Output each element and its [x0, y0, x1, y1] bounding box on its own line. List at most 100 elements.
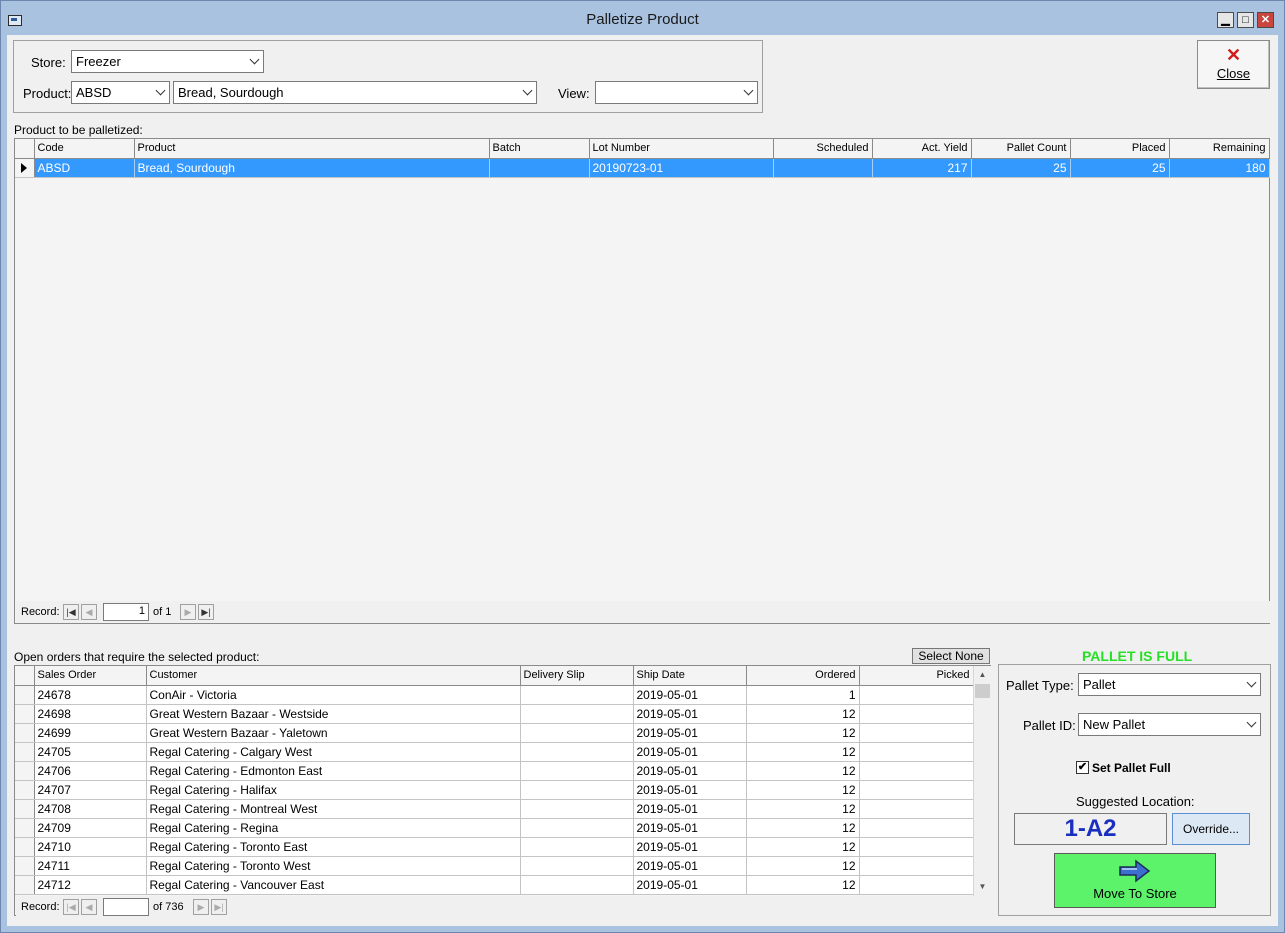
record-number-input[interactable] — [103, 898, 149, 916]
cell-ship-date[interactable]: 2019-05-01 — [633, 780, 747, 800]
cell-ordered[interactable]: 12 — [746, 723, 860, 743]
cell-ordered[interactable]: 12 — [746, 799, 860, 819]
cell-ordered[interactable]: 12 — [746, 704, 860, 724]
cell-picked[interactable] — [859, 761, 974, 781]
cell-ship-date[interactable]: 2019-05-01 — [633, 837, 747, 857]
cell-picked[interactable] — [859, 856, 974, 876]
next-record-icon[interactable]: ▶ — [193, 899, 209, 915]
pallet-type-select[interactable]: Pallet — [1078, 673, 1261, 696]
row-selector[interactable] — [15, 799, 35, 819]
row-selector[interactable] — [15, 875, 35, 895]
cell-delivery-slip[interactable] — [520, 685, 634, 705]
col-sales-order[interactable]: Sales Order — [34, 666, 147, 686]
row-selector[interactable] — [15, 742, 35, 762]
cell-ship-date[interactable]: 2019-05-01 — [633, 704, 747, 724]
cell-customer[interactable]: Regal Catering - Montreal West — [146, 799, 521, 819]
cell-ordered[interactable]: 12 — [746, 875, 860, 895]
last-record-icon[interactable]: ▶| — [211, 899, 227, 915]
cell-ordered[interactable]: 12 — [746, 761, 860, 781]
orders-scrollbar[interactable]: ▲ ▼ — [973, 666, 991, 896]
record-number-input[interactable]: 1 — [103, 603, 149, 621]
col-remaining[interactable]: Remaining — [1169, 139, 1270, 159]
cell-picked[interactable] — [859, 799, 974, 819]
row-selector[interactable] — [15, 780, 35, 800]
cell-ordered[interactable]: 1 — [746, 685, 860, 705]
cell-picked[interactable] — [859, 685, 974, 705]
row-selector[interactable] — [15, 685, 35, 705]
cell-delivery-slip[interactable] — [520, 856, 634, 876]
first-record-icon[interactable]: |◀ — [63, 604, 79, 620]
cell-ship-date[interactable]: 2019-05-01 — [633, 761, 747, 781]
cell-ship-date[interactable]: 2019-05-01 — [633, 818, 747, 838]
cell-picked[interactable] — [859, 742, 974, 762]
prev-record-icon[interactable]: ◀ — [81, 604, 97, 620]
cell-placed[interactable]: 25 — [1070, 158, 1170, 178]
cell-batch[interactable] — [489, 158, 590, 178]
cell-remaining[interactable]: 180 — [1169, 158, 1270, 178]
col-picked[interactable]: Picked — [859, 666, 974, 686]
cell-sales-order[interactable]: 24698 — [34, 704, 147, 724]
cell-customer[interactable]: Regal Catering - Edmonton East — [146, 761, 521, 781]
cell-delivery-slip[interactable] — [520, 704, 634, 724]
cell-delivery-slip[interactable] — [520, 837, 634, 857]
cell-sales-order[interactable]: 24708 — [34, 799, 147, 819]
col-lot-number[interactable]: Lot Number — [589, 139, 774, 159]
cell-delivery-slip[interactable] — [520, 723, 634, 743]
table-row[interactable]: 24699 Great Western Bazaar - Yaletown 2019… — [15, 723, 974, 743]
pallet-id-select[interactable]: New Pallet — [1078, 713, 1261, 736]
cell-code[interactable]: ABSD — [34, 158, 135, 178]
product-code-select[interactable]: ABSD — [71, 81, 170, 104]
row-selector[interactable] — [15, 818, 35, 838]
cell-delivery-slip[interactable] — [520, 875, 634, 895]
cell-act-yield[interactable]: 217 — [872, 158, 972, 178]
table-row[interactable]: 24706 Regal Catering - Edmonton East 2019-… — [15, 761, 974, 781]
cell-ship-date[interactable]: 2019-05-01 — [633, 723, 747, 743]
cell-customer[interactable]: Regal Catering - Vancouver East — [146, 875, 521, 895]
cell-customer[interactable]: Regal Catering - Calgary West — [146, 742, 521, 762]
next-record-icon[interactable]: ▶ — [180, 604, 196, 620]
col-code[interactable]: Code — [34, 139, 135, 159]
cell-ship-date[interactable]: 2019-05-01 — [633, 875, 747, 895]
cell-sales-order[interactable]: 24678 — [34, 685, 147, 705]
scroll-down-icon[interactable]: ▼ — [974, 878, 991, 895]
row-selector[interactable] — [15, 158, 35, 178]
table-row[interactable]: 24698 Great Western Bazaar - Westside 2019… — [15, 704, 974, 724]
product-name-select[interactable]: Bread, Sourdough — [173, 81, 537, 104]
cell-sales-order[interactable]: 24709 — [34, 818, 147, 838]
cell-pallet-count[interactable]: 25 — [971, 158, 1071, 178]
last-record-icon[interactable]: ▶| — [198, 604, 214, 620]
store-select[interactable]: Freezer — [71, 50, 264, 73]
prev-record-icon[interactable]: ◀ — [81, 899, 97, 915]
table-row[interactable]: 24709 Regal Catering - Regina 2019-05-01 12 — [15, 818, 974, 838]
col-ship-date[interactable]: Ship Date — [633, 666, 747, 686]
cell-sales-order[interactable]: 24705 — [34, 742, 147, 762]
cell-ordered[interactable]: 12 — [746, 837, 860, 857]
cell-customer[interactable]: ConAir - Victoria — [146, 685, 521, 705]
cell-customer[interactable]: Great Western Bazaar - Westside — [146, 704, 521, 724]
cell-picked[interactable] — [859, 704, 974, 724]
override-button[interactable]: Override... — [1172, 813, 1250, 845]
cell-ordered[interactable]: 12 — [746, 780, 860, 800]
cell-delivery-slip[interactable] — [520, 818, 634, 838]
row-selector[interactable] — [15, 704, 35, 724]
table-row[interactable]: 24712 Regal Catering - Vancouver East 2019… — [15, 875, 974, 895]
cell-customer[interactable]: Great Western Bazaar - Yaletown — [146, 723, 521, 743]
cell-sales-order[interactable]: 24706 — [34, 761, 147, 781]
col-delivery-slip[interactable]: Delivery Slip — [520, 666, 634, 686]
view-select[interactable] — [595, 81, 758, 104]
cell-sales-order[interactable]: 24710 — [34, 837, 147, 857]
col-ordered[interactable]: Ordered — [746, 666, 860, 686]
cell-customer[interactable]: Regal Catering - Toronto East — [146, 837, 521, 857]
cell-sales-order[interactable]: 24707 — [34, 780, 147, 800]
cell-delivery-slip[interactable] — [520, 799, 634, 819]
col-pallet-count[interactable]: Pallet Count — [971, 139, 1071, 159]
table-row[interactable]: 24710 Regal Catering - Toronto East 2019-0… — [15, 837, 974, 857]
set-pallet-full-label[interactable]: Set Pallet Full — [1092, 761, 1171, 775]
table-row[interactable]: 24707 Regal Catering - Halifax 2019-05-01 1… — [15, 780, 974, 800]
table-row[interactable]: 24711 Regal Catering - Toronto West 2019-0… — [15, 856, 974, 876]
table-row[interactable]: 24678 ConAir - Victoria 2019-05-01 1 — [15, 685, 974, 705]
cell-ordered[interactable]: 12 — [746, 856, 860, 876]
table-row[interactable]: ABSD Bread, Sourdough 20190723-01 217 25… — [15, 158, 1270, 178]
row-selector[interactable] — [15, 837, 35, 857]
cell-product[interactable]: Bread, Sourdough — [134, 158, 490, 178]
